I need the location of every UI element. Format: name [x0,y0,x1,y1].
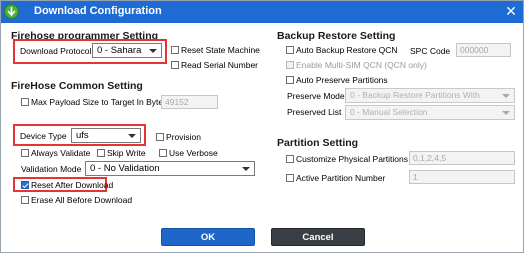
device-type-label: Device Type [20,131,67,141]
erase-all-before-download-checkbox[interactable]: Erase All Before Download [21,195,132,205]
auto-preserve-partitions-checkbox[interactable]: Auto Preserve Partitions [286,75,388,85]
chevron-down-icon [242,167,250,171]
checkbox-box[interactable] [171,46,179,54]
read-serial-number-checkbox[interactable]: Read Serial Number [171,60,258,70]
ok-button[interactable]: OK [161,228,255,246]
use-verbose-checkbox[interactable]: Use Verbose [159,148,218,158]
checkbox-box[interactable] [159,149,167,157]
chevron-down-icon [502,111,510,115]
download-arrow-icon [4,4,19,19]
checkbox-box[interactable] [171,61,179,69]
customize-physical-partitions-checkbox[interactable]: Customize Physical Partitions [286,154,408,164]
skip-write-checkbox[interactable]: Skip Write [97,148,146,158]
device-type-select[interactable]: ufs [71,128,141,143]
validation-mode-label: Validation Mode [21,164,82,174]
chevron-down-icon [502,94,510,98]
reset-state-machine-checkbox[interactable]: Reset State Machine [171,45,260,55]
checkbox-box[interactable] [97,149,105,157]
backup-restore-heading: Backup Restore Setting [277,30,396,42]
chevron-down-icon [128,134,136,138]
checkbox-box[interactable] [286,155,294,163]
firehose-common-heading: FireHose Common Setting [11,80,143,92]
active-partition-number-input[interactable]: 1 [409,170,515,184]
checkbox-box[interactable] [21,181,29,189]
spc-code-input[interactable]: 000000 [456,43,511,57]
provision-checkbox[interactable]: Provision [156,132,201,142]
checkbox-box[interactable] [286,174,294,182]
checkbox-box[interactable] [286,46,294,54]
active-partition-number-checkbox[interactable]: Active Partition Number [286,173,385,183]
title-bar[interactable]: Download Configuration ✕ [1,1,523,23]
spc-code-label: SPC Code [410,46,451,56]
download-protocol-label: Download Protocol [20,46,92,56]
cancel-button[interactable]: Cancel [271,228,365,246]
checkbox-box[interactable] [21,149,29,157]
auto-backup-restore-qcn-checkbox[interactable]: Auto Backup Restore QCN [286,45,398,55]
checkbox-box[interactable] [21,196,29,204]
checkbox-box[interactable] [21,98,29,106]
preserved-list-label: Preserved List [287,107,342,117]
physical-partitions-input[interactable]: 0,1,2,4,5 [409,151,515,165]
download-configuration-dialog: Download Configuration ✕ Firehose progra… [0,0,524,253]
validation-mode-select[interactable]: 0 - No Validation [85,161,255,176]
preserved-list-select[interactable]: 0 - Manual Selection [345,105,515,120]
checkbox-box[interactable] [286,76,294,84]
preserve-mode-select[interactable]: 0 - Backup Restore Partitions With [345,88,515,103]
checkbox-box[interactable] [286,61,294,69]
partition-heading: Partition Setting [277,137,359,149]
window-title: Download Configuration [34,5,162,17]
preserve-mode-label: Preserve Mode [287,91,345,101]
download-protocol-select[interactable]: 0 - Sahara [92,43,162,58]
max-payload-checkbox[interactable]: Max Payload Size to Target In Byte [21,97,163,107]
max-payload-input[interactable]: 49152 [161,95,218,109]
chevron-down-icon [149,49,157,53]
reset-after-download-checkbox[interactable]: Reset After Download [21,180,113,190]
enable-multi-sim-checkbox[interactable]: Enable Multi-SIM QCN (QCN only) [286,60,427,70]
always-validate-checkbox[interactable]: Always Validate [21,148,90,158]
checkbox-box[interactable] [156,133,164,141]
close-icon[interactable]: ✕ [503,4,519,20]
